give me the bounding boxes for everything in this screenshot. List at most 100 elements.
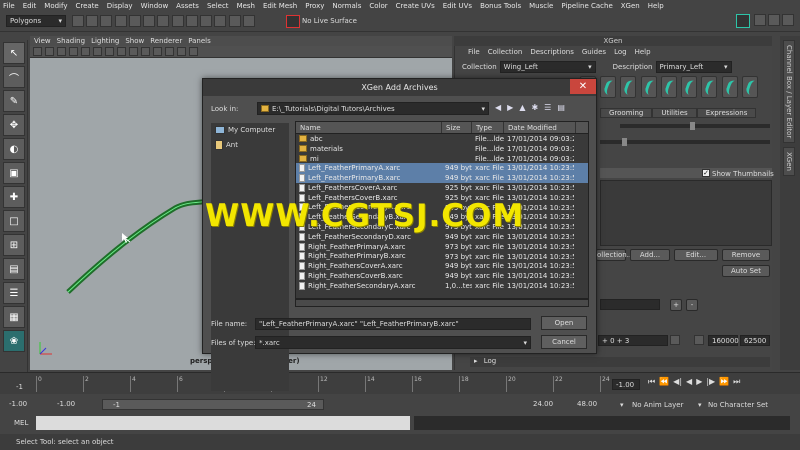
ipr-render-icon[interactable]	[242, 15, 255, 27]
place-my-computer[interactable]: My Computer	[211, 123, 289, 137]
grid-icon[interactable]	[81, 47, 90, 56]
look-in-combo[interactable]: E:\_Tutorials\Digital Tutors\Archives ▾	[257, 102, 489, 115]
go-to-start-icon[interactable]: ⏮	[648, 377, 655, 387]
list-view-icon[interactable]: ☰	[544, 103, 551, 112]
time-slider[interactable]: -1 024681012141618202224 -1.00 ⏮ ⏪ ◀| ◀ …	[0, 372, 800, 394]
menu-display[interactable]: Display	[107, 2, 133, 10]
file-type-combo[interactable]: *.xarc ▾	[255, 336, 531, 349]
history-icon[interactable]	[214, 15, 227, 27]
forward-icon[interactable]: ▶	[507, 103, 513, 112]
xgen-param-field[interactable]	[600, 299, 660, 310]
vp-menu-shading[interactable]: Shading	[57, 37, 85, 45]
undo-icon[interactable]	[114, 15, 127, 27]
xgen-preview-icon[interactable]	[741, 76, 758, 98]
col-type[interactable]: Type	[472, 122, 504, 133]
prev-key-icon[interactable]: ◀|	[673, 377, 682, 387]
menu-mesh[interactable]: Mesh	[237, 2, 255, 10]
xgen-select-guide-icon[interactable]	[620, 76, 637, 98]
vp-menu-show[interactable]: Show	[125, 37, 144, 45]
close-button[interactable]: ✕	[570, 79, 596, 94]
step-forward-icon[interactable]: ⏩	[719, 377, 729, 387]
menu-edit[interactable]: Edit	[23, 2, 37, 10]
step-back-icon[interactable]: ⏪	[659, 377, 669, 387]
menu-create[interactable]: Create	[75, 2, 98, 10]
tab-utilities[interactable]: Utilities	[652, 108, 697, 118]
xgen-slider-handle-1[interactable]	[690, 122, 695, 130]
col-date[interactable]: Date Modified	[504, 122, 576, 133]
move-tool-icon[interactable]: ✥	[3, 114, 25, 136]
live-surface-magnet-icon[interactable]	[286, 15, 300, 28]
add-archive-button[interactable]: Add...	[630, 249, 670, 261]
file-row[interactable]: Left_FeatherPrimaryB.xarc949 bytesxarc F…	[296, 173, 588, 183]
xgen-rebuild-icon[interactable]	[640, 76, 657, 98]
back-icon[interactable]: ◀	[495, 103, 501, 112]
col-name[interactable]: Name	[296, 122, 442, 133]
minus-button[interactable]: -	[686, 299, 698, 311]
xgen-menu-guides[interactable]: Guides	[582, 48, 606, 56]
collection-combo[interactable]: Wing_Left ▾	[499, 61, 596, 73]
isolate-icon[interactable]	[189, 47, 198, 56]
lights-icon[interactable]	[153, 47, 162, 56]
xgen-sculpt-icon[interactable]	[721, 76, 738, 98]
range-anim-end-field[interactable]: 48.00	[574, 399, 604, 410]
file-row[interactable]: mi File...lder 17/01/2014 09:03:28	[296, 154, 588, 164]
select-mode-icon[interactable]	[128, 15, 141, 27]
collection-button[interactable]: ollection...	[596, 249, 633, 261]
go-to-end-icon[interactable]: ⏭	[733, 377, 740, 387]
component-mode-icon[interactable]	[143, 15, 156, 27]
rotate-tool-icon[interactable]: ◐	[3, 138, 25, 160]
xgen-add-guide-icon[interactable]	[600, 76, 617, 98]
vp-menu-panels[interactable]: Panels	[188, 37, 211, 45]
vp-menu-view[interactable]: View	[34, 37, 51, 45]
shadows-icon[interactable]	[165, 47, 174, 56]
file-row[interactable]: Left_FeathersCoverA.xarc925 bytesxarc Fi…	[296, 183, 588, 193]
file-row[interactable]: Right_FeathersCoverB.xarc949 bytesxarc F…	[296, 271, 588, 281]
range-anim-start-field[interactable]: -1.00	[54, 399, 84, 410]
menu-color[interactable]: Color	[369, 2, 387, 10]
mel-input[interactable]	[36, 416, 410, 430]
lasso-tool-icon[interactable]: ⌒	[3, 66, 25, 88]
new-folder-icon[interactable]: ✱	[531, 103, 538, 112]
attribute-editor-icon[interactable]	[754, 14, 766, 26]
film-gate-icon[interactable]	[93, 47, 102, 56]
file-row[interactable]: Left_FeatherPrimaryA.xarc949 bytesxarc F…	[296, 163, 588, 174]
description-combo[interactable]: Primary_Left ▾	[655, 61, 732, 73]
archive-list[interactable]	[600, 180, 772, 246]
plus-button[interactable]: +	[670, 299, 682, 311]
play-forward-icon[interactable]: ▶	[696, 377, 702, 387]
xgen-menu-descriptions[interactable]: Descriptions	[530, 48, 574, 56]
xgen-tool-icon[interactable]: ❀	[3, 330, 25, 352]
select-tool-icon[interactable]: ↖	[3, 42, 25, 64]
place-user[interactable]: Ant	[211, 137, 289, 153]
up-folder-icon[interactable]: ▲	[519, 103, 525, 112]
field-a[interactable]: 160000	[708, 335, 739, 346]
image-plane-icon[interactable]	[69, 47, 78, 56]
textured-icon[interactable]	[141, 47, 150, 56]
xgen-slider-handle-2[interactable]	[622, 138, 627, 146]
menu-create-uvs[interactable]: Create UVs	[396, 2, 435, 10]
menu-modify[interactable]: Modify	[44, 2, 67, 10]
menu-edit-mesh[interactable]: Edit Mesh	[263, 2, 297, 10]
file-row[interactable]: Right_FeatherPrimaryB.xarc973 bytesxarc …	[296, 252, 588, 262]
xgen-menu-collection[interactable]: Collection	[488, 48, 523, 56]
xgen-menu-file[interactable]: File	[468, 48, 480, 56]
menu-bonus-tools[interactable]: Bonus Tools	[480, 2, 521, 10]
menu-help[interactable]: Help	[648, 2, 664, 10]
four-view-icon[interactable]: ⊞	[3, 234, 25, 256]
snap-curve-icon[interactable]	[171, 15, 184, 27]
new-scene-icon[interactable]	[72, 15, 84, 27]
file-row[interactable]: abc File...lder 17/01/2014 09:03:28	[296, 134, 588, 144]
xgen-slider-track-1[interactable]	[620, 124, 770, 128]
scale-tool-icon[interactable]: ▣	[3, 162, 25, 184]
vp-menu-renderer[interactable]: Renderer	[150, 37, 182, 45]
anim-layer-combo[interactable]: No Anim Layer	[632, 401, 683, 409]
current-time-field[interactable]: -1.00	[612, 379, 640, 390]
graph-layout-icon[interactable]: ▦	[3, 306, 25, 328]
xgen-bend-icon[interactable]	[660, 76, 677, 98]
next-key-icon[interactable]: |▶	[706, 377, 715, 387]
smooth-shade-icon[interactable]	[129, 47, 138, 56]
tab-channel-box[interactable]: Channel Box / Layer Editor	[783, 40, 795, 144]
file-row[interactable]: Right_FeatherSecondaryA.xarc 1,0...tes xar…	[296, 281, 588, 291]
resolution-gate-icon[interactable]	[105, 47, 114, 56]
xgen-normalize-icon[interactable]	[701, 76, 718, 98]
